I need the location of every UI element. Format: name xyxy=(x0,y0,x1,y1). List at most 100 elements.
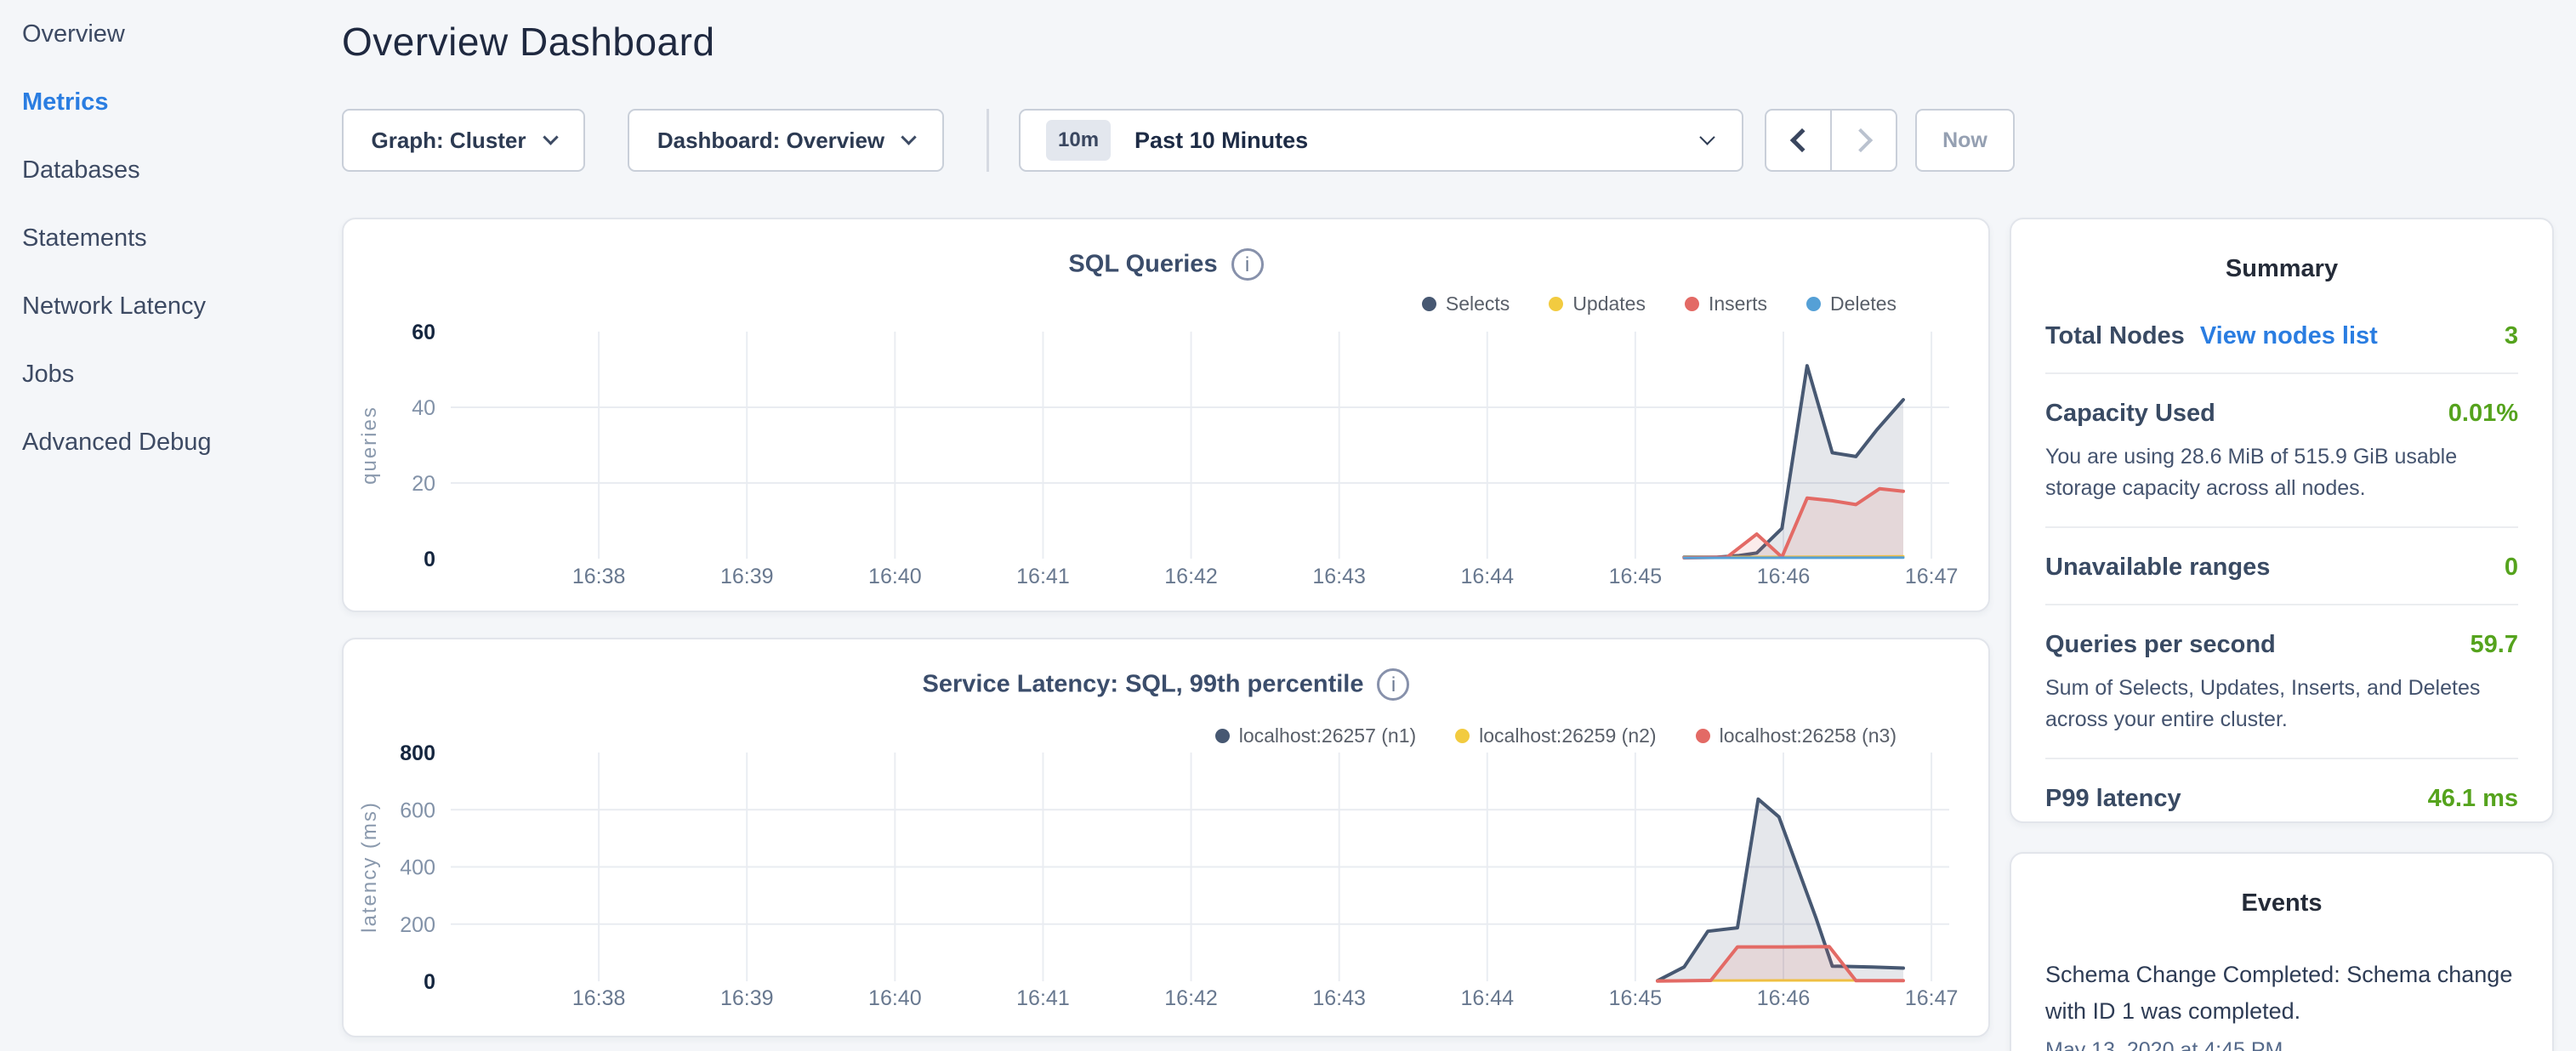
chart-title-text: SQL Queries xyxy=(1068,251,1217,278)
summary-row-label: Unavailable ranges xyxy=(2045,554,2270,582)
events-panel: Events Schema Change Completed: Schema c… xyxy=(2010,852,2554,1051)
svg-text:16:42: 16:42 xyxy=(1164,565,1218,588)
chart-legend: Selects Updates Inserts Deletes xyxy=(1422,293,1896,315)
legend-dot-icon xyxy=(1696,729,1710,743)
chevron-down-icon xyxy=(543,129,558,145)
sidebar-item-metrics[interactable]: Metrics xyxy=(22,68,340,136)
legend-label: localhost:26258 (n3) xyxy=(1720,724,1896,747)
summary-row-label: Capacity Used xyxy=(2045,400,2215,428)
legend-item[interactable]: Inserts xyxy=(1685,293,1767,315)
legend-label: Updates xyxy=(1572,293,1646,315)
svg-text:16:38: 16:38 xyxy=(572,986,626,1010)
chart-title: Service Latency: SQL, 99th percentilei xyxy=(344,668,1988,701)
time-step-buttons xyxy=(1765,109,1897,172)
summary-row-p99-latency: P99 latency 46.1 ms xyxy=(2045,758,2518,835)
legend-item[interactable]: localhost:26257 (n1) xyxy=(1215,724,1416,747)
summary-row-label: Queries per second xyxy=(2045,631,2276,659)
sidebar-item-databases[interactable]: Databases xyxy=(22,136,340,204)
summary-row-value: 3 xyxy=(2505,322,2518,350)
sidebar-item-jobs[interactable]: Jobs xyxy=(22,340,340,408)
svg-text:16:43: 16:43 xyxy=(1312,986,1366,1010)
events-title: Events xyxy=(2045,889,2518,917)
summary-row-qps: Queries per second 59.7 Sum of Selects, … xyxy=(2045,604,2518,758)
dashboard-dropdown[interactable]: Dashboard: Overview xyxy=(628,109,944,172)
time-back-button[interactable] xyxy=(1766,111,1830,170)
svg-text:16:39: 16:39 xyxy=(720,565,774,588)
controls-divider xyxy=(987,109,989,172)
view-nodes-list-link[interactable]: View nodes list xyxy=(2200,322,2378,350)
event-list-item: Schema Change Completed: Schema change w… xyxy=(2045,957,2518,1051)
graph-scope-dropdown[interactable]: Graph: Cluster xyxy=(342,109,585,172)
svg-text:16:46: 16:46 xyxy=(1757,565,1811,588)
legend-dot-icon xyxy=(1549,297,1563,311)
summary-panel: Summary Total Nodes View nodes list 3 Ca… xyxy=(2010,218,2554,823)
event-message: Schema Change Completed: Schema change w… xyxy=(2045,957,2518,1030)
legend-dot-icon xyxy=(1685,297,1699,311)
svg-text:400: 400 xyxy=(400,856,435,880)
svg-text:16:44: 16:44 xyxy=(1460,986,1514,1010)
svg-text:0: 0 xyxy=(424,970,435,994)
page: Overview Metrics Databases Statements Ne… xyxy=(0,0,2576,1051)
svg-text:800: 800 xyxy=(400,741,435,765)
legend-dot-icon xyxy=(1806,297,1821,311)
legend-label: localhost:26257 (n1) xyxy=(1239,724,1416,747)
svg-text:16:39: 16:39 xyxy=(720,986,774,1010)
summary-row-subtext: Sum of Selects, Updates, Inserts, and De… xyxy=(2045,673,2518,736)
summary-title: Summary xyxy=(2045,255,2518,283)
svg-text:16:41: 16:41 xyxy=(1016,565,1070,588)
svg-text:16:40: 16:40 xyxy=(868,986,922,1010)
summary-row-label: P99 latency xyxy=(2045,785,2181,813)
legend-item[interactable]: Updates xyxy=(1549,293,1646,315)
legend-dot-icon xyxy=(1215,729,1230,743)
svg-text:16:38: 16:38 xyxy=(572,565,626,588)
summary-row-label: Total Nodes xyxy=(2045,322,2185,350)
now-button[interactable]: Now xyxy=(1915,109,2015,172)
info-icon[interactable]: i xyxy=(1377,668,1409,701)
svg-text:16:43: 16:43 xyxy=(1312,565,1366,588)
summary-row-total-nodes: Total Nodes View nodes list 3 xyxy=(2045,322,2518,372)
time-range-selector[interactable]: 10m Past 10 Minutes xyxy=(1019,109,1743,172)
svg-text:16:47: 16:47 xyxy=(1905,986,1959,1010)
svg-text:latency (ms): latency (ms) xyxy=(358,801,381,933)
svg-text:16:42: 16:42 xyxy=(1164,986,1218,1010)
info-icon[interactable]: i xyxy=(1231,248,1264,281)
svg-text:0: 0 xyxy=(424,548,435,571)
sidebar-item-advanced-debug[interactable]: Advanced Debug xyxy=(22,408,340,476)
legend-item[interactable]: localhost:26258 (n3) xyxy=(1696,724,1896,747)
sidebar-item-network-latency[interactable]: Network Latency xyxy=(22,272,340,340)
sidebar: Overview Metrics Databases Statements Ne… xyxy=(0,0,340,1051)
chevron-down-icon xyxy=(901,129,916,145)
sidebar-item-statements[interactable]: Statements xyxy=(22,204,340,272)
legend-label: Selects xyxy=(1446,293,1510,315)
legend-item[interactable]: Selects xyxy=(1422,293,1510,315)
sidebar-item-overview[interactable]: Overview xyxy=(22,0,340,68)
summary-row-subtext: You are using 28.6 MiB of 515.9 GiB usab… xyxy=(2045,441,2518,504)
legend-dot-icon xyxy=(1455,729,1470,743)
summary-row-value: 0 xyxy=(2505,554,2518,582)
svg-text:20: 20 xyxy=(412,472,435,496)
graph-scope-label: Graph: Cluster xyxy=(371,128,526,154)
svg-text:600: 600 xyxy=(400,798,435,822)
svg-text:16:40: 16:40 xyxy=(868,565,922,588)
svg-text:queries: queries xyxy=(358,406,381,485)
svg-text:200: 200 xyxy=(400,913,435,937)
legend-item[interactable]: Deletes xyxy=(1806,293,1896,315)
chevron-left-icon xyxy=(1789,128,1813,152)
summary-row-capacity-used: Capacity Used 0.01% You are using 28.6 M… xyxy=(2045,372,2518,526)
svg-text:60: 60 xyxy=(412,321,435,344)
event-timestamp: May 13, 2020 at 4:45 PM xyxy=(2045,1038,2518,1051)
sql-queries-chart-card: 16:38 16:39 16:40 16:41 16:42 16:43 16:44 16:45… xyxy=(342,218,1990,612)
summary-row-value: 46.1 ms xyxy=(2428,785,2518,813)
svg-text:16:41: 16:41 xyxy=(1016,986,1070,1010)
chevron-right-icon xyxy=(1848,128,1872,152)
svg-text:16:45: 16:45 xyxy=(1609,986,1663,1010)
chevron-down-icon xyxy=(1699,129,1714,145)
time-forward-button[interactable] xyxy=(1830,111,1896,170)
svg-text:40: 40 xyxy=(412,396,435,420)
svg-text:16:44: 16:44 xyxy=(1460,565,1514,588)
svg-text:16:47: 16:47 xyxy=(1905,565,1959,588)
time-range-badge: 10m xyxy=(1046,120,1111,161)
svg-text:16:45: 16:45 xyxy=(1609,565,1663,588)
legend-item[interactable]: localhost:26259 (n2) xyxy=(1455,724,1656,747)
chart-title: SQL Queries i xyxy=(344,248,1988,281)
